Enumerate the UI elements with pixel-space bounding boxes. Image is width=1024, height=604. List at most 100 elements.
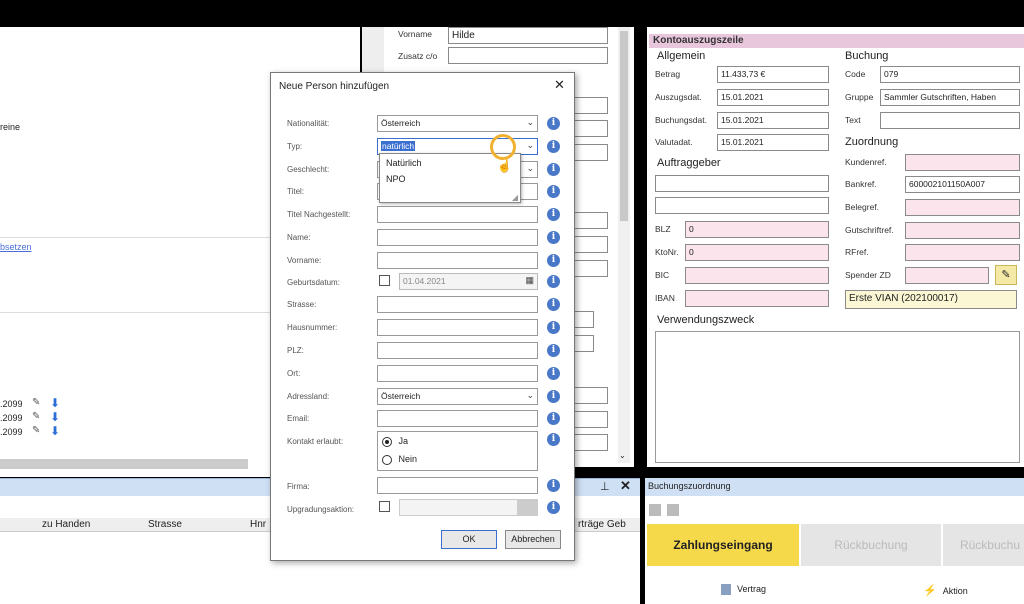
verwendungszweck-textarea[interactable] [655,331,1020,463]
col-zu-handen[interactable]: zu Handen [42,519,90,530]
tab-rueckbuchung-2[interactable]: Rückbuchu [943,524,1024,566]
info-icon[interactable]: i [547,208,560,221]
col-hnr[interactable]: Hnr [250,519,266,530]
info-icon[interactable]: i [547,140,560,153]
pin-icon[interactable]: ⊥ [600,480,610,493]
code-field[interactable]: 079 [880,66,1020,83]
strasse-field[interactable] [377,296,538,313]
upgrade-select[interactable] [399,499,538,516]
valutadat-field[interactable]: 15.01.2021 [717,134,829,151]
info-icon[interactable]: i [547,367,560,380]
info-icon[interactable]: i [547,275,560,288]
tab-rueckbuchung[interactable]: Rückbuchung [801,524,941,566]
vertrag-button[interactable]: Vertrag [721,584,766,596]
col-vertraege[interactable]: rträge Geb [578,519,626,530]
belegref-field[interactable] [905,199,1020,216]
blz-field[interactable]: 0 [685,221,829,238]
geburtsdatum-picker[interactable]: 01.04.2021 ▦ [399,273,538,290]
info-icon[interactable]: i [547,344,560,357]
hausnummer-field[interactable] [377,319,538,336]
geburtsdatum-checkbox[interactable] [379,275,390,286]
spender-field[interactable] [905,267,989,284]
close-icon[interactable]: ✕ [620,478,631,494]
buchungsdat-field[interactable]: 15.01.2021 [717,112,829,129]
middle-field-8[interactable] [572,260,608,277]
firma-field[interactable] [377,477,538,494]
bankref-field[interactable]: 600002101150A007 [905,176,1020,193]
email-field[interactable] [377,410,538,427]
info-icon[interactable]: i [547,231,560,244]
auszugsdat-field[interactable]: 15.01.2021 [717,89,829,106]
zusatz-field[interactable] [448,47,608,64]
middle-field-11[interactable] [572,387,608,404]
middle-field-3[interactable] [572,97,608,114]
cancel-button[interactable]: Abbrechen [505,530,561,549]
edit-pencil-icon[interactable]: ✎ [32,411,40,422]
info-icon[interactable]: i [547,254,560,267]
left-link[interactable]: bsetzen [0,242,32,252]
info-icon[interactable]: i [547,390,560,403]
plz-field[interactable] [377,342,538,359]
bic-field[interactable] [685,267,829,284]
info-icon[interactable]: i [547,501,560,514]
download-arrow-icon[interactable]: ⬇ [50,397,60,409]
text-field[interactable] [880,112,1020,129]
nein-radio[interactable]: Nein [382,454,417,465]
info-icon[interactable]: i [547,298,560,311]
typ-option-npo[interactable]: NPO [386,174,406,184]
betrag-field[interactable]: 11.433,73 € [717,66,829,83]
middle-field-12[interactable] [572,411,608,428]
ja-radio[interactable]: Ja [382,436,408,447]
auftraggeber-name-2[interactable] [655,197,829,214]
toolbar-icon-1[interactable] [649,504,661,516]
titel-nachgestellt-field[interactable] [377,206,538,223]
dialog-close-button[interactable]: ✕ [554,77,565,93]
ort-field[interactable] [377,365,538,382]
info-icon[interactable]: i [547,321,560,334]
middle-field-6[interactable] [572,212,608,229]
typ-option-natuerlich[interactable]: Natürlich [386,158,422,168]
resize-grip-icon[interactable]: ◢ [512,193,518,202]
middle-field-9[interactable] [572,311,594,328]
info-icon[interactable]: i [547,412,560,425]
left-scrollbar[interactable] [0,459,248,469]
info-icon[interactable]: i [547,163,560,176]
middle-field-5[interactable] [572,144,608,161]
gutschriftref-field[interactable] [905,222,1020,239]
info-icon[interactable]: i [547,479,560,492]
rfref-field[interactable] [905,244,1020,261]
spender-edit-button[interactable]: ✎ [995,265,1017,285]
nationalitaet-select[interactable]: Österreich ⌄ [377,115,538,132]
download-arrow-icon[interactable]: ⬇ [50,425,60,437]
spender-name-field[interactable]: Erste VIAN (202100017) [845,290,1017,309]
iban-field[interactable] [685,290,829,307]
scroll-down-icon[interactable]: ⌄ [619,451,626,460]
info-icon[interactable]: i [547,185,560,198]
vorname-field[interactable] [377,252,538,269]
tab-zahlungseingang[interactable]: Zahlungseingang [647,524,799,566]
upgrade-checkbox[interactable] [379,501,390,512]
middle-field-13[interactable] [572,434,608,451]
kundenref-field[interactable] [905,154,1020,171]
middle-scroll-thumb[interactable] [620,31,628,221]
col-strasse[interactable]: Strasse [148,519,182,530]
middle-field-4[interactable] [572,120,608,137]
middle-field-7[interactable] [572,236,608,253]
edit-pencil-icon[interactable]: ✎ [32,425,40,436]
name-field[interactable] [377,229,538,246]
adressland-select[interactable]: Österreich ⌄ [377,388,538,405]
info-icon[interactable]: i [547,433,560,446]
aktion-button[interactable]: ⚡ Aktion [923,584,968,597]
middle-scrollbar[interactable]: ⌄ [618,27,630,463]
ktonr-field[interactable]: 0 [685,244,829,261]
titel-label: Titel: [287,187,305,196]
edit-pencil-icon[interactable]: ✎ [32,397,40,408]
toolbar-icon-2[interactable] [667,504,679,516]
info-icon[interactable]: i [547,117,560,130]
vorname-field[interactable]: Hilde [448,27,608,44]
auftraggeber-name-1[interactable] [655,175,829,192]
gruppe-field[interactable]: Sammler Gutschriften, Haben [880,89,1020,106]
ok-button[interactable]: OK [441,530,497,549]
middle-field-10[interactable] [572,335,594,352]
download-arrow-icon[interactable]: ⬇ [50,411,60,423]
